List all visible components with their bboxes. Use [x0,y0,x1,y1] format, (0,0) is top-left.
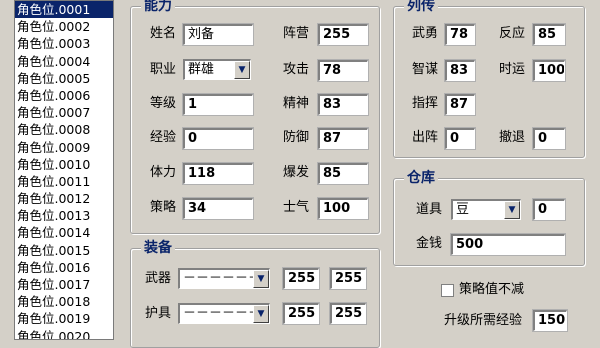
attack-input[interactable]: 78 [317,59,369,82]
list-item[interactable]: 角色位.0003 [15,35,113,52]
list-item[interactable]: 角色位.0007 [15,104,113,121]
retreat-input[interactable]: 0 [532,127,566,150]
command-input[interactable]: 87 [444,93,476,116]
list-item[interactable]: 角色位.0010 [15,156,113,173]
react-label: 反应 [499,26,526,41]
list-item[interactable]: 角色位.0002 [15,18,113,35]
list-item[interactable]: 角色位.0017 [15,276,113,293]
list-item[interactable]: 角色位.0018 [15,293,113,310]
retreat-label: 撤退 [499,130,526,145]
armor-select[interactable]: －－－－－－ ▼ [178,303,270,324]
strategy-input[interactable]: 34 [182,197,254,220]
chevron-down-icon[interactable]: ▼ [253,270,269,288]
weapon-value1-input[interactable]: 255 [282,267,320,290]
item-value: 豆 [456,202,470,217]
list-item[interactable]: 角色位.0011 [15,173,113,190]
item-label: 道具 [416,202,443,217]
spirit-label: 精神 [283,96,310,111]
weapon-select[interactable]: －－－－－－ ▼ [178,268,270,289]
upgrade-input[interactable]: 150 [532,309,568,332]
burst-label: 爆发 [283,165,310,180]
stamina-input[interactable]: 118 [182,162,254,185]
chevron-down-icon[interactable]: ▼ [234,61,250,79]
item-select[interactable]: 豆 ▼ [451,199,521,220]
column-title: 列传 [404,0,438,14]
equipment-title: 装备 [141,240,175,256]
wisdom-label: 智谋 [412,62,439,77]
list-item[interactable]: 角色位.0012 [15,190,113,207]
job-label: 职业 [150,62,177,77]
no-decrease-checkbox[interactable] [441,284,454,297]
armor-value2-input[interactable]: 255 [329,302,367,325]
chevron-down-icon[interactable]: ▼ [253,305,269,323]
strategy-label: 策略 [150,200,177,215]
react-input[interactable]: 85 [532,23,566,46]
level-input[interactable]: 1 [182,93,254,116]
valor-label: 武勇 [412,26,439,41]
job-value: 群雄 [188,62,215,77]
money-input[interactable]: 500 [450,233,566,256]
weapon-label: 武器 [145,271,172,286]
level-label: 等级 [150,96,177,111]
armor-value1-input[interactable]: 255 [282,302,320,325]
list-item[interactable]: 角色位.0016 [15,259,113,276]
chevron-down-icon[interactable]: ▼ [504,201,520,219]
attack-label: 攻击 [283,62,310,77]
defense-label: 防御 [283,130,310,145]
morale-label: 士气 [283,200,310,215]
no-decrease-label: 策略值不减 [459,282,525,297]
ability-title: 能力 [141,0,175,14]
upgrade-label: 升级所需经验 [444,313,523,328]
spirit-input[interactable]: 83 [317,93,369,116]
list-item[interactable]: 角色位.0014 [15,224,113,241]
faction-input[interactable]: 255 [317,23,369,46]
item-count-input[interactable]: 0 [532,198,566,221]
list-item[interactable]: 角色位.0019 [15,310,113,327]
valor-input[interactable]: 78 [444,23,476,46]
deploy-label: 出阵 [412,130,439,145]
exp-input[interactable]: 0 [182,127,254,150]
wisdom-input[interactable]: 83 [444,59,476,82]
weapon-value2-input[interactable]: 255 [329,267,367,290]
exp-label: 经验 [150,130,177,145]
list-item[interactable]: 角色位.0008 [15,121,113,138]
morale-input[interactable]: 100 [317,197,369,220]
warehouse-title: 仓库 [404,170,438,186]
list-item[interactable]: 角色位.0020 [15,328,113,339]
defense-input[interactable]: 87 [317,127,369,150]
armor-value: －－－－－－ [183,306,262,321]
command-label: 指挥 [412,96,439,111]
faction-label: 阵营 [283,26,310,41]
list-item[interactable]: 角色位.0015 [15,242,113,259]
stamina-label: 体力 [150,165,177,180]
list-item[interactable]: 角色位.0004 [15,53,113,70]
luck-input[interactable]: 100 [532,59,566,82]
list-item[interactable]: 角色位.0001 [15,1,113,19]
burst-input[interactable]: 85 [317,162,369,185]
list-item[interactable]: 角色位.0013 [15,207,113,224]
deploy-input[interactable]: 0 [444,127,476,150]
list-item[interactable]: 角色位.0009 [15,139,113,156]
armor-label: 护具 [145,306,172,321]
name-label: 姓名 [150,26,177,41]
equipment-group: 装备 [130,240,380,348]
character-list[interactable]: 角色位.0001 角色位.0002 角色位.0003 角色位.0004 角色位.0005… [14,0,114,340]
list-item[interactable]: 角色位.0006 [15,87,113,104]
weapon-value: －－－－－－ [183,271,262,286]
money-label: 金钱 [416,236,443,251]
list-item[interactable]: 角色位.0005 [15,70,113,87]
name-input[interactable]: 刘备 [182,23,254,46]
luck-label: 时运 [499,62,526,77]
job-select[interactable]: 群雄 ▼ [183,59,251,80]
